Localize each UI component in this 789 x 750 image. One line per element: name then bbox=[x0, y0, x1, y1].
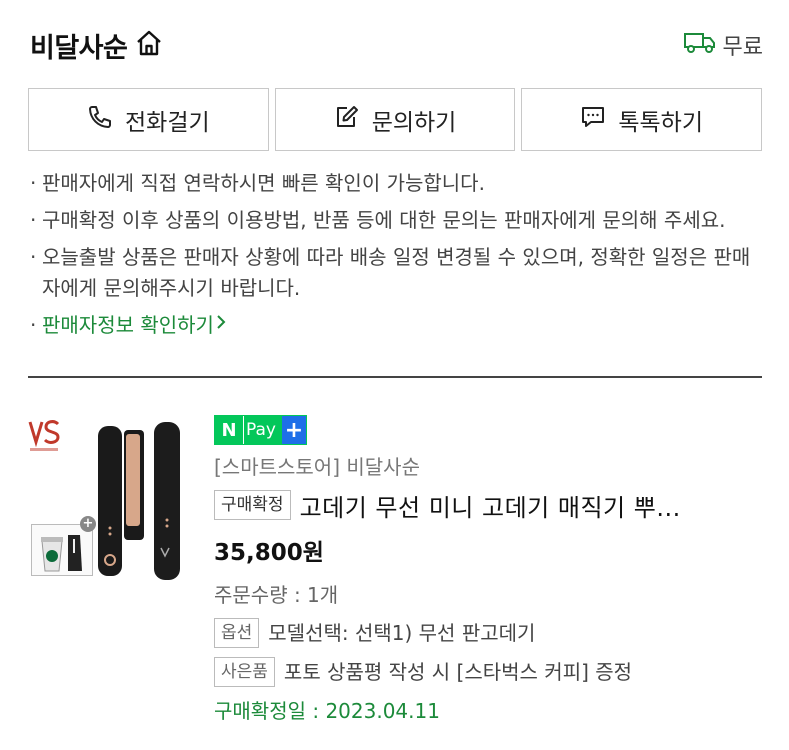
bullet: · bbox=[30, 313, 37, 337]
product-price: 35,800원 bbox=[214, 540, 324, 566]
note-text: 판매자에게 직접 연락하시면 빠른 확인이 가능합니다. bbox=[42, 171, 485, 195]
gift-value: 포토 상품평 작성 시 [스타벅스 커피] 증정 bbox=[283, 660, 633, 684]
contact-actions: 전화걸기 문의하기 톡톡하기 bbox=[28, 88, 763, 151]
store-name[interactable]: 비달사순 bbox=[30, 26, 128, 65]
store-line[interactable]: [스마트스토어] 비달사순 bbox=[214, 453, 764, 481]
title-row: 구매확정 고데기 무선 미니 고데기 매직기 뿌... bbox=[214, 487, 764, 523]
note-text: 구매확정 이후 상품의 이용방법, 반품 등에 대한 문의는 판매자에게 문의해… bbox=[42, 208, 726, 232]
status-badge: 구매확정 bbox=[214, 490, 291, 520]
order-info: N Pay + [스마트스토어] 비달사순 구매확정 고데기 무선 미니 고데기… bbox=[214, 415, 764, 725]
note-item: · 오늘출발 상품은 판매자 상황에 따라 배송 일정 변경될 수 있으며, 정… bbox=[30, 242, 762, 304]
plus-icon: + bbox=[80, 516, 96, 532]
seller-notes: · 판매자에게 직접 연락하시면 빠른 확인이 가능합니다. · 구매확정 이후… bbox=[30, 168, 762, 341]
bullet: · bbox=[30, 171, 37, 195]
phone-icon bbox=[87, 104, 113, 136]
note-item: · 구매확정 이후 상품의 이용방법, 반품 등에 대한 문의는 판매자에게 문… bbox=[30, 205, 762, 236]
product-thumbnail[interactable]: + bbox=[28, 412, 194, 582]
inquiry-button-label: 문의하기 bbox=[371, 109, 457, 136]
seller-info-link[interactable]: · 판매자정보 확인하기 bbox=[30, 310, 762, 341]
product-image bbox=[88, 420, 184, 582]
inquiry-button[interactable]: 문의하기 bbox=[274, 88, 516, 151]
option-tag: 옵션 bbox=[214, 618, 260, 648]
gift-thumbnail bbox=[31, 524, 93, 576]
edit-icon bbox=[334, 104, 360, 136]
order-quantity: 주문수량 : 1개 bbox=[214, 583, 339, 607]
npay-badge: N Pay + bbox=[214, 415, 307, 445]
npay-text: Pay bbox=[243, 416, 282, 444]
seller-info-link-label: 판매자정보 확인하기 bbox=[42, 313, 214, 337]
note-item: · 판매자에게 직접 연락하시면 빠른 확인이 가능합니다. bbox=[30, 168, 762, 199]
shipping-fee: 무료 bbox=[722, 35, 763, 60]
gift-tag: 사은품 bbox=[214, 657, 275, 687]
bullet: · bbox=[30, 208, 37, 232]
option-row: 옵션 모델선택: 선택1) 무선 판고데기 bbox=[214, 618, 764, 648]
note-text: 오늘출발 상품은 판매자 상황에 따라 배송 일정 변경될 수 있으며, 정확한… bbox=[42, 245, 751, 300]
store-title-group[interactable]: 비달사순 bbox=[30, 26, 163, 65]
section-divider bbox=[28, 376, 762, 378]
chat-icon bbox=[580, 104, 606, 136]
chevron-right-icon bbox=[214, 310, 228, 341]
truck-icon bbox=[683, 30, 717, 60]
talktalk-button[interactable]: 톡톡하기 bbox=[521, 88, 763, 151]
gift-row: 사은품 포토 상품평 작성 시 [스타벅스 커피] 증정 bbox=[214, 657, 764, 687]
option-value: 모델선택: 선택1) 무선 판고데기 bbox=[268, 621, 536, 645]
home-icon[interactable] bbox=[135, 29, 163, 61]
bullet: · bbox=[30, 245, 37, 269]
npay-plus-icon: + bbox=[281, 416, 306, 444]
npay-n-logo: N bbox=[215, 416, 243, 444]
store-header: 비달사순 무료 bbox=[30, 22, 763, 68]
brand-logo bbox=[28, 416, 62, 456]
talktalk-button-label: 톡톡하기 bbox=[618, 109, 703, 136]
product-title[interactable]: 고데기 무선 미니 고데기 매직기 뿌... bbox=[300, 488, 764, 523]
call-button-label: 전화걸기 bbox=[125, 109, 210, 136]
call-button[interactable]: 전화걸기 bbox=[28, 88, 269, 151]
confirm-date: 구매확정일 : 2023.04.11 bbox=[214, 699, 440, 723]
shipping-info: 무료 bbox=[683, 29, 763, 61]
